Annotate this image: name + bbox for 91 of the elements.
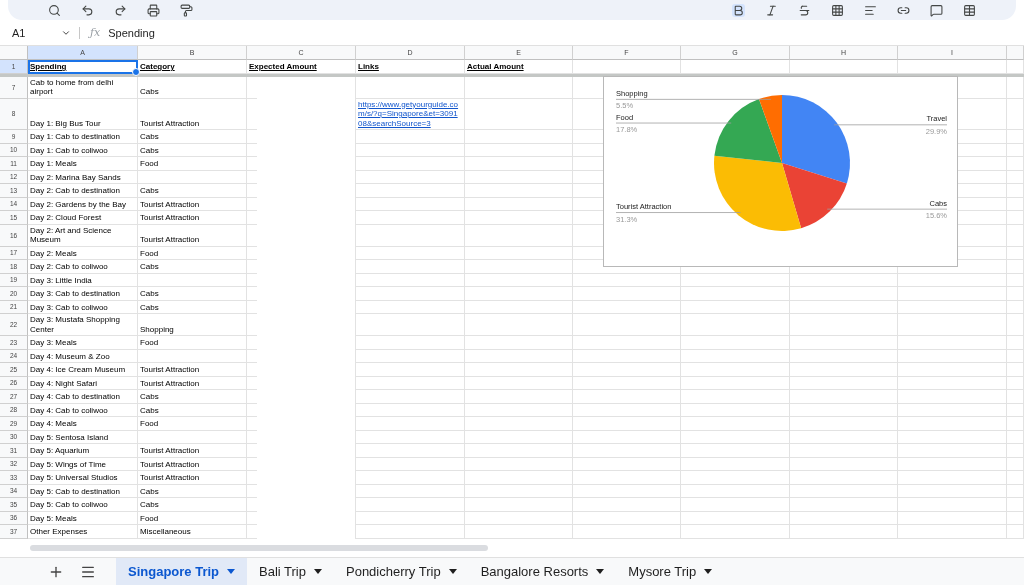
table-cell: Cabs xyxy=(138,76,247,99)
table-cell: Tourist Attraction xyxy=(138,376,247,390)
table-cell: Day 2: Cloud Forest xyxy=(28,211,138,225)
table-cell: Other Expenses xyxy=(28,525,138,539)
table-cell: Cabs xyxy=(138,498,247,512)
table-cell: Food xyxy=(138,511,247,525)
paint-roller-icon[interactable] xyxy=(180,4,193,17)
table-cell: Expected Amount xyxy=(247,60,356,74)
search-icon[interactable] xyxy=(48,4,61,17)
table-cell: Day 4: Meals xyxy=(28,417,138,431)
table-cell: Day 3: Cab to coliwoo xyxy=(28,300,138,314)
bold-icon[interactable] xyxy=(732,4,745,17)
table-cell: Day 1: Cab to destination xyxy=(28,130,138,144)
undo-icon[interactable] xyxy=(81,4,94,17)
table-cell: Tourist Attraction xyxy=(138,224,247,247)
table-cell: Day 2: Art and Science Museum xyxy=(28,224,138,247)
corner-cell[interactable] xyxy=(0,46,28,60)
table-cell: Cabs xyxy=(138,184,247,198)
table-cell: Tourist Attraction xyxy=(138,363,247,377)
table-cell: Cabs xyxy=(138,143,247,157)
borders-icon[interactable] xyxy=(831,4,844,17)
table-cell: Food xyxy=(138,336,247,350)
table-cell: Cabs xyxy=(138,390,247,404)
table-cell: Cabs xyxy=(138,260,247,274)
table-cell: Day 5: Wings of Time xyxy=(28,457,138,471)
table-cell: Day 1: Meals xyxy=(28,157,138,171)
link-icon[interactable] xyxy=(897,4,910,17)
table-icon[interactable] xyxy=(963,4,976,17)
table-cell: Day 2: Cab to destination xyxy=(28,184,138,198)
table-cell: Day 4: Cab to destination xyxy=(28,390,138,404)
table-cell: Cabs xyxy=(138,403,247,417)
table-cell: Day 4: Museum & Zoo xyxy=(28,349,138,363)
comment-icon[interactable] xyxy=(930,4,943,17)
table-cell: Tourist Attraction xyxy=(138,211,247,225)
redo-icon[interactable] xyxy=(114,4,127,17)
table-cell: Food xyxy=(138,246,247,260)
table-cell: Day 4: Cab to coliwoo xyxy=(28,403,138,417)
table-cell: Cab to home from delhi airport xyxy=(28,76,138,99)
table-cell: Food xyxy=(138,417,247,431)
formula-text[interactable]: Spending xyxy=(108,26,155,39)
table-cell: Day 5: Cab to destination xyxy=(28,484,138,498)
table-cell: Day 5: Cab to coliwoo xyxy=(28,498,138,512)
table-cell: Tourist Attraction xyxy=(138,444,247,458)
table-cell: Day 2: Marina Bay Sands xyxy=(28,170,138,184)
scrollbar[interactable] xyxy=(30,545,488,551)
table-cell: Day 1: Big Bus Tour xyxy=(28,98,138,130)
table-cell: Tourist Attraction xyxy=(138,98,247,130)
table-cell: Day 5: Sentosa Island xyxy=(28,430,138,444)
table-cell: Day 1: Cab to coliwoo xyxy=(28,143,138,157)
table-cell: Day 2: Gardens by the Bay xyxy=(28,197,138,211)
table-cell: Day 5: Universal Studios xyxy=(28,471,138,485)
link[interactable]: https://www.getyourguide.com/s/?q=Singapore&et=309108&searchSource=3 xyxy=(358,99,462,128)
table-cell: Tourist Attraction xyxy=(138,471,247,485)
table-cell: Food xyxy=(138,157,247,171)
table-cell: Shopping xyxy=(138,314,247,336)
table-cell: Tourist Attraction xyxy=(138,457,247,471)
table-cell: Day 2: Cab to coliwoo xyxy=(28,260,138,274)
caret-icon[interactable] xyxy=(704,569,713,574)
sheet-tab[interactable]: Bangalore Resorts xyxy=(468,558,617,585)
print-icon[interactable] xyxy=(147,4,160,17)
table-cell: Cabs xyxy=(138,484,247,498)
italic-icon[interactable] xyxy=(765,4,778,17)
table-cell: Day 3: Meals xyxy=(28,336,138,350)
table-cell: Cabs xyxy=(138,300,247,314)
table-cell: Day 4: Ice Cream Museum xyxy=(28,363,138,377)
table-cell: Day 2: Meals xyxy=(28,246,138,260)
align-left-icon[interactable] xyxy=(864,4,877,17)
table-cell: Links xyxy=(356,60,465,74)
table-cell: Category xyxy=(138,60,247,74)
function-label: ƒx xyxy=(90,26,101,39)
table-cell: Day 3: Mustafa Shopping Center xyxy=(28,314,138,336)
strikethrough-icon[interactable] xyxy=(798,4,811,17)
table-cell: Tourist Attraction xyxy=(138,197,247,211)
table-cell: Miscellaneous xyxy=(138,525,247,539)
sheet-tab[interactable]: Pondicherry Trip xyxy=(334,558,469,585)
table-cell: Cabs xyxy=(138,130,247,144)
table-cell: Actual Amount xyxy=(465,60,573,74)
caret-icon[interactable] xyxy=(314,569,322,574)
table-cell: Spending xyxy=(28,60,138,74)
table-cell: Day 4: Night Safari xyxy=(28,376,138,390)
sheet-tab[interactable]: Mysore Trip xyxy=(616,558,725,585)
table-cell: Day 3: Cab to destination xyxy=(28,287,138,301)
caret-icon[interactable] xyxy=(448,569,457,574)
name-box[interactable]: A1 xyxy=(0,26,80,39)
table-cell: Day 3: Little India xyxy=(28,273,138,287)
table-cell: Day 5: Meals xyxy=(28,511,138,525)
sheet-tab[interactable]: Bali Trip xyxy=(247,558,334,585)
table-cell: Day 5: Aquarium xyxy=(28,444,138,458)
table-cell: Cabs xyxy=(138,287,247,301)
caret-icon[interactable] xyxy=(596,569,605,574)
sheet-tab[interactable]: Singapore Trip xyxy=(116,558,247,585)
